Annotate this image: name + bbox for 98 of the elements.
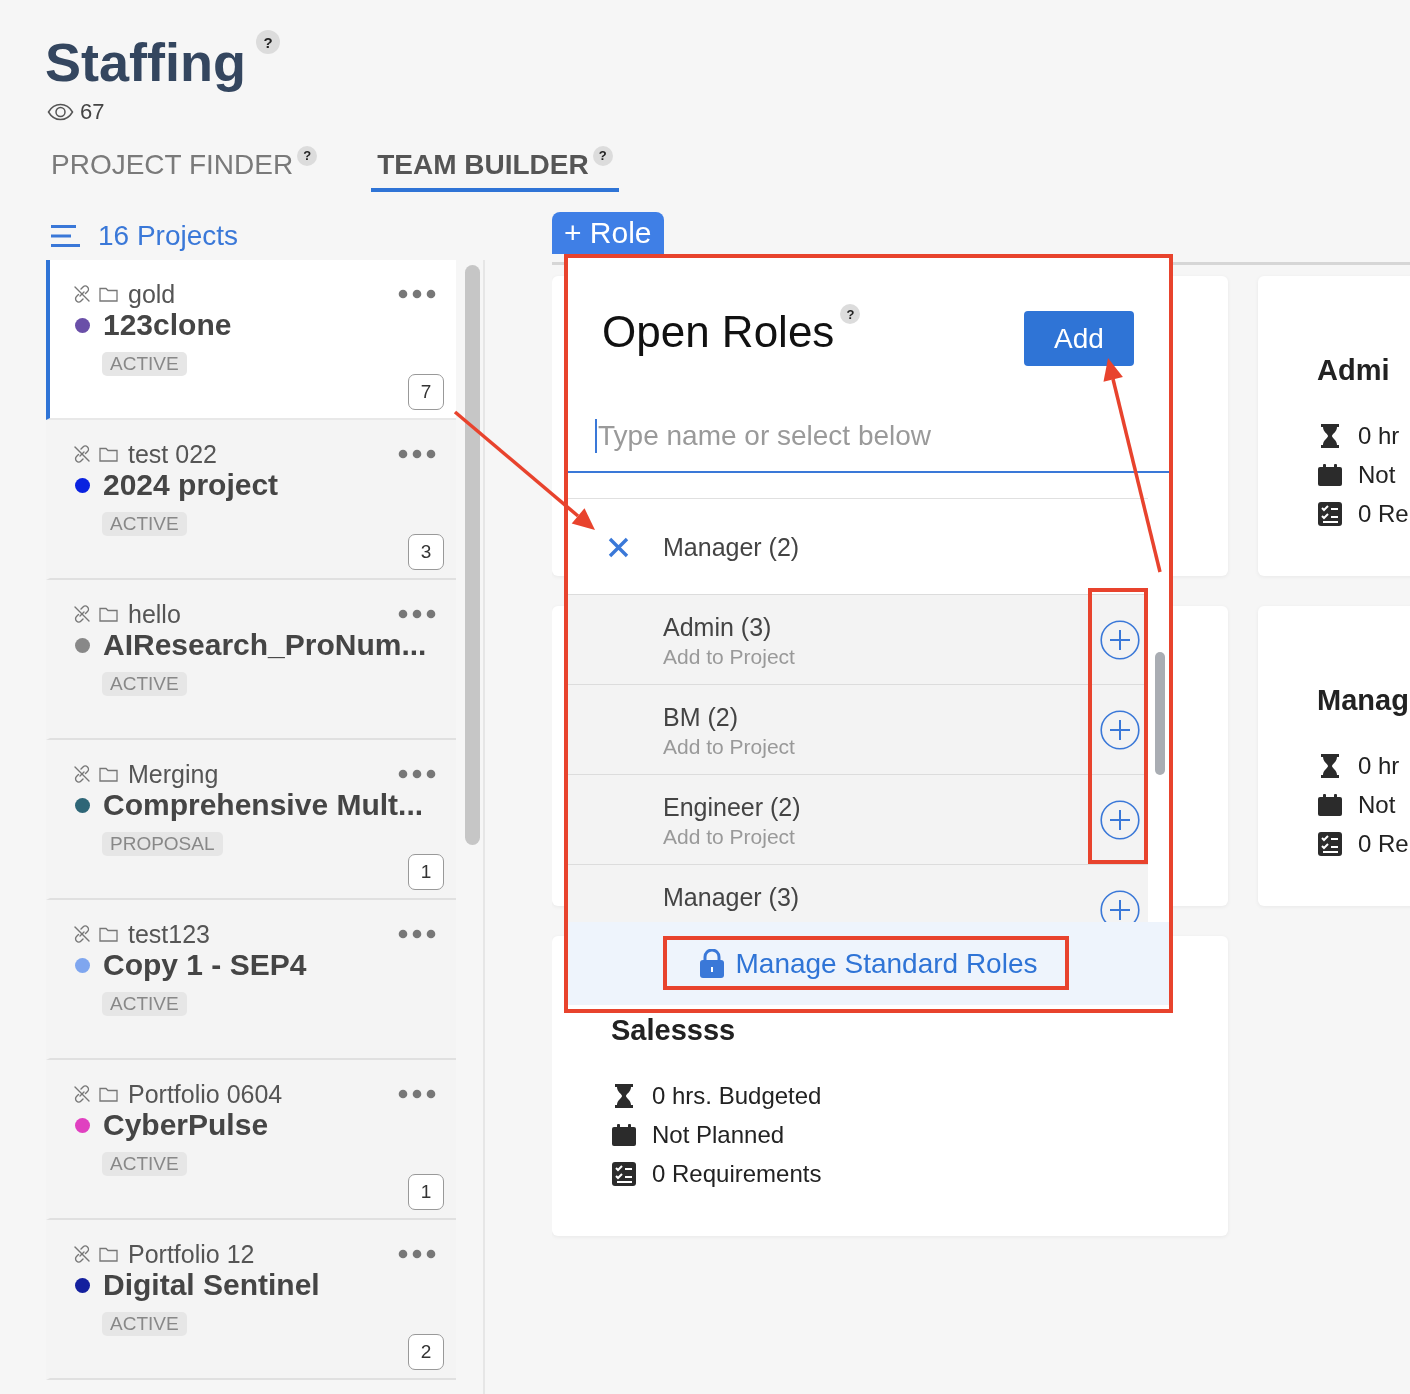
help-badge[interactable]: ? bbox=[256, 30, 280, 54]
more-icon[interactable] bbox=[398, 769, 436, 779]
folder-icon bbox=[99, 286, 118, 302]
role-stat: Not Planned bbox=[652, 1120, 785, 1149]
help-badge[interactable]: ? bbox=[592, 146, 613, 166]
project-name: Comprehensive Mult... bbox=[103, 788, 424, 822]
add-circle-icon[interactable] bbox=[1100, 710, 1140, 750]
add-role-button[interactable]: + Role bbox=[552, 212, 664, 254]
more-icon[interactable] bbox=[398, 929, 436, 939]
project-name: Digital Sentinel bbox=[103, 1268, 320, 1302]
calendar-icon bbox=[611, 1122, 637, 1147]
role-option[interactable]: Engineer (2) Add to Project bbox=[568, 775, 1148, 865]
folder-icon bbox=[99, 446, 118, 462]
scroll-thumb[interactable] bbox=[1155, 652, 1165, 775]
role-stat: 0 Re bbox=[1358, 829, 1409, 858]
role-hint: Add to Project bbox=[663, 644, 795, 670]
broken-link-icon[interactable] bbox=[73, 605, 91, 623]
role-stat: 0 hrs. Budgeted bbox=[652, 1081, 822, 1110]
role-count: 7 bbox=[408, 374, 444, 410]
add-circle-icon[interactable] bbox=[1100, 620, 1140, 660]
project-name: AIResearch_ProNum... bbox=[103, 628, 427, 662]
more-icon[interactable] bbox=[398, 609, 436, 619]
project-card[interactable]: gold 123clone ACTIVE 7 bbox=[46, 260, 456, 420]
role-stat: 0 hr bbox=[1358, 751, 1400, 780]
calendar-icon bbox=[1317, 462, 1343, 487]
status-tag: ACTIVE bbox=[102, 992, 187, 1016]
broken-link-icon[interactable] bbox=[73, 765, 91, 783]
close-icon[interactable] bbox=[608, 537, 629, 558]
role-count: 1 bbox=[408, 1174, 444, 1210]
status-tag: ACTIVE bbox=[102, 1312, 187, 1336]
scroll-thumb[interactable] bbox=[465, 265, 480, 845]
project-name: 123clone bbox=[103, 308, 232, 342]
view-count: 67 bbox=[80, 99, 105, 125]
add-circle-icon[interactable] bbox=[1100, 800, 1140, 840]
broken-link-icon[interactable] bbox=[73, 445, 91, 463]
role-name: BM (2) bbox=[663, 702, 738, 733]
broken-link-icon[interactable] bbox=[73, 285, 91, 303]
more-icon[interactable] bbox=[398, 449, 436, 459]
lock-icon bbox=[699, 949, 724, 978]
role-stat: Not bbox=[1358, 460, 1396, 489]
role-title: Manag bbox=[1317, 683, 1410, 718]
popup-title: Open Roles bbox=[602, 306, 835, 358]
more-icon[interactable] bbox=[398, 289, 436, 299]
search-field[interactable]: Type name or select below bbox=[597, 419, 1118, 452]
role-stat: 0 Re bbox=[1358, 499, 1409, 528]
help-badge[interactable]: ? bbox=[840, 304, 861, 324]
project-count-link[interactable]: 16 Projects bbox=[98, 220, 239, 252]
role-hint: Add to Project bbox=[663, 734, 795, 760]
folder-icon bbox=[99, 926, 118, 942]
status-tag: PROPOSAL bbox=[102, 832, 223, 856]
portfolio-name: Portfolio 0604 bbox=[128, 1079, 283, 1109]
role-name: Manager (2) bbox=[663, 531, 800, 563]
broken-link-icon[interactable] bbox=[73, 1085, 91, 1103]
role-title: Salessss bbox=[611, 1013, 737, 1048]
folder-icon bbox=[99, 1086, 118, 1102]
page-title: Staffing bbox=[45, 31, 246, 94]
role-name: Admin (3) bbox=[663, 612, 772, 643]
portfolio-name: hello bbox=[128, 599, 181, 629]
checklist-icon bbox=[1317, 501, 1343, 526]
portfolio-name: test123 bbox=[128, 919, 210, 949]
role-stat: 0 Requirements bbox=[652, 1159, 822, 1188]
checklist-icon bbox=[611, 1161, 637, 1186]
status-tag: ACTIVE bbox=[102, 1152, 187, 1176]
more-icon[interactable] bbox=[398, 1249, 436, 1259]
portfolio-name: Portfolio 12 bbox=[128, 1239, 255, 1269]
status-tag: ACTIVE bbox=[102, 672, 187, 696]
folder-icon bbox=[99, 766, 118, 782]
eye-icon bbox=[47, 103, 74, 121]
broken-link-icon[interactable] bbox=[73, 1245, 91, 1263]
portfolio-name: Merging bbox=[128, 759, 219, 789]
more-icon[interactable] bbox=[398, 1089, 436, 1099]
role-title: Admi bbox=[1317, 353, 1391, 388]
role-count: 2 bbox=[408, 1334, 444, 1370]
project-name: Copy 1 - SEP4 bbox=[103, 948, 307, 982]
broken-link-icon[interactable] bbox=[73, 925, 91, 943]
role-stat: 0 hr bbox=[1358, 421, 1400, 450]
portfolio-name: gold bbox=[128, 279, 176, 309]
status-tag: ACTIVE bbox=[102, 352, 187, 376]
role-stat: Not bbox=[1358, 790, 1396, 819]
help-badge[interactable]: ? bbox=[297, 146, 318, 166]
status-tag: ACTIVE bbox=[102, 512, 187, 536]
role-hint: Add to Project bbox=[663, 824, 795, 850]
folder-icon bbox=[99, 1246, 118, 1262]
checklist-icon bbox=[1317, 831, 1343, 856]
calendar-icon bbox=[1317, 792, 1343, 817]
folder-icon bbox=[99, 606, 118, 622]
role-count: 3 bbox=[408, 534, 444, 570]
project-name: CyberPulse bbox=[103, 1108, 269, 1142]
portfolio-name: test 022 bbox=[128, 439, 217, 469]
tab[interactable]: PROJECT FINDER ? bbox=[45, 144, 324, 192]
role-name: Engineer (2) bbox=[663, 792, 801, 823]
role-count: 1 bbox=[408, 854, 444, 890]
role-name: Manager (3) bbox=[663, 882, 800, 913]
project-name: 2024 project bbox=[103, 468, 279, 502]
menu-icon[interactable] bbox=[51, 225, 80, 247]
tab[interactable]: TEAM BUILDER ? bbox=[371, 144, 619, 192]
add-button[interactable]: Add bbox=[1024, 311, 1134, 366]
role-option[interactable]: Manager (3) bbox=[568, 865, 1148, 923]
